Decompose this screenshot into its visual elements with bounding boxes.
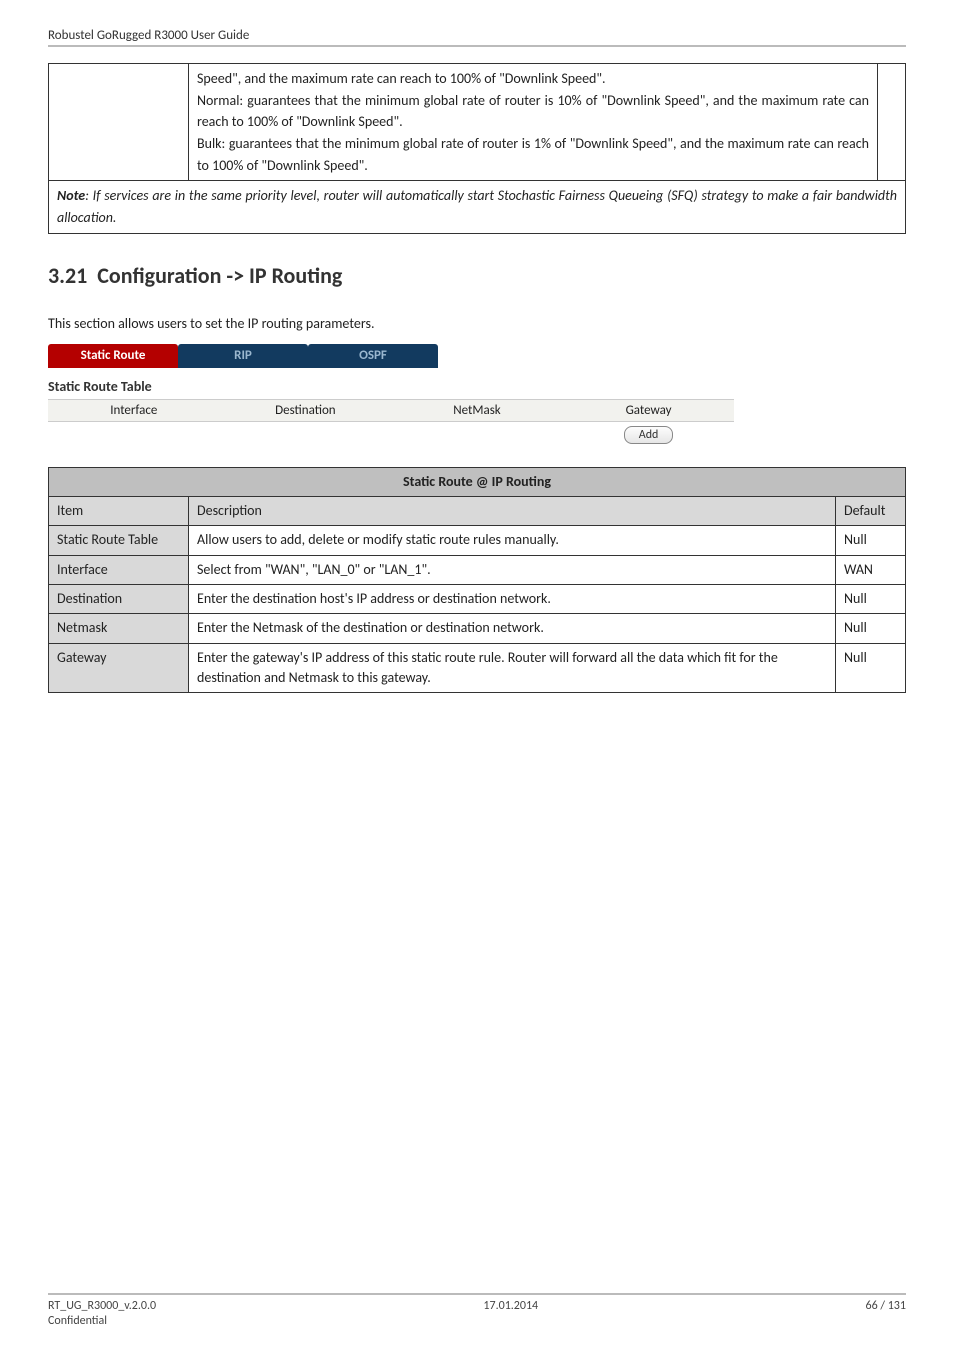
page-footer: RT_UG_R3000_v.2.0.0 Confidential 17.01.2… [48,1293,906,1330]
srt-col-destination: Destination [220,399,392,422]
spec-h-desc: Description [189,497,836,526]
spec-r3-c2: Enter the Netmask of the destination or … [189,614,836,643]
static-route-table-heading: Static Route Table [48,378,906,395]
tab-rip[interactable]: RIP [178,344,308,368]
section-title: Configuration -> IP Routing [97,262,342,289]
cont-line-1: Normal: guarantees that the minimum glob… [197,92,869,131]
srt-col-spacer [734,399,906,422]
table-row: Destination Enter the destination host's… [49,585,906,614]
footer-doc: RT_UG_R3000_v.2.0.0 [48,1299,156,1315]
footer-page: 66 / 131 [866,1299,906,1330]
table-row: Netmask Enter the Netmask of the destina… [49,614,906,643]
spec-h-def: Default [836,497,906,526]
spec-r1-c2: Select from "WAN", "LAN_0" or "LAN_1". [189,555,836,584]
spec-r1-c1: Interface [49,555,189,584]
spec-r4-c1: Gateway [49,643,189,693]
spec-r3-c3: Null [836,614,906,643]
table-row: Static Route Table Allow users to add, d… [49,526,906,555]
table-row: Interface Select from "WAN", "LAN_0" or … [49,555,906,584]
table-row: Gateway Enter the gateway's IP address o… [49,643,906,693]
footer-date: 17.01.2014 [483,1299,538,1330]
running-header: Robustel GoRugged R3000 User Guide [48,28,906,43]
static-route-header-table: Interface Destination NetMask Gateway Ad… [48,399,906,447]
tab-ospf[interactable]: OSPF [308,344,438,368]
tab-strip: Static Route RIP OSPF [48,344,906,368]
spec-r2-c1: Destination [49,585,189,614]
section-heading: 3.21 Configuration -> IP Routing [48,262,906,289]
spec-banner: Static Route @ IP Routing [49,467,906,496]
intro-paragraph: This section allows users to set the IP … [48,315,906,332]
spec-r0-c2: Allow users to add, delete or modify sta… [189,526,836,555]
spec-r1-c3: WAN [836,555,906,584]
continuation-table: Speed", and the maximum rate can reach t… [48,63,906,234]
tab-static-route[interactable]: Static Route [48,344,178,368]
spec-r4-c2: Enter the gateway's IP address of this s… [189,643,836,693]
spec-r2-c3: Null [836,585,906,614]
spec-r3-c1: Netmask [49,614,189,643]
cont-line-0: Speed", and the maximum rate can reach t… [197,70,606,87]
note-body: : If services are in the same priority l… [57,187,897,226]
cont-left-cell [49,64,189,181]
spec-table: Static Route @ IP Routing Item Descripti… [48,467,906,693]
spec-h-item: Item [49,497,189,526]
cont-right-cell [878,64,906,181]
header-rule [48,45,906,47]
srt-col-gateway: Gateway [563,399,735,422]
srt-col-interface: Interface [48,399,220,422]
add-button[interactable]: Add [624,426,674,444]
spec-r0-c3: Null [836,526,906,555]
footer-rule [48,1293,906,1295]
note-prefix: Note [57,187,85,204]
cont-body-cell: Speed", and the maximum rate can reach t… [189,64,878,181]
section-number: 3.21 [48,262,87,289]
spec-r0-c1: Static Route Table [49,526,189,555]
cont-note-cell: Note: If services are in the same priori… [49,181,906,233]
cont-line-2: Bulk: guarantees that the minimum global… [197,135,869,174]
srt-col-netmask: NetMask [391,399,563,422]
footer-conf: Confidential [48,1314,156,1330]
spec-r4-c3: Null [836,643,906,693]
spec-r2-c2: Enter the destination host's IP address … [189,585,836,614]
